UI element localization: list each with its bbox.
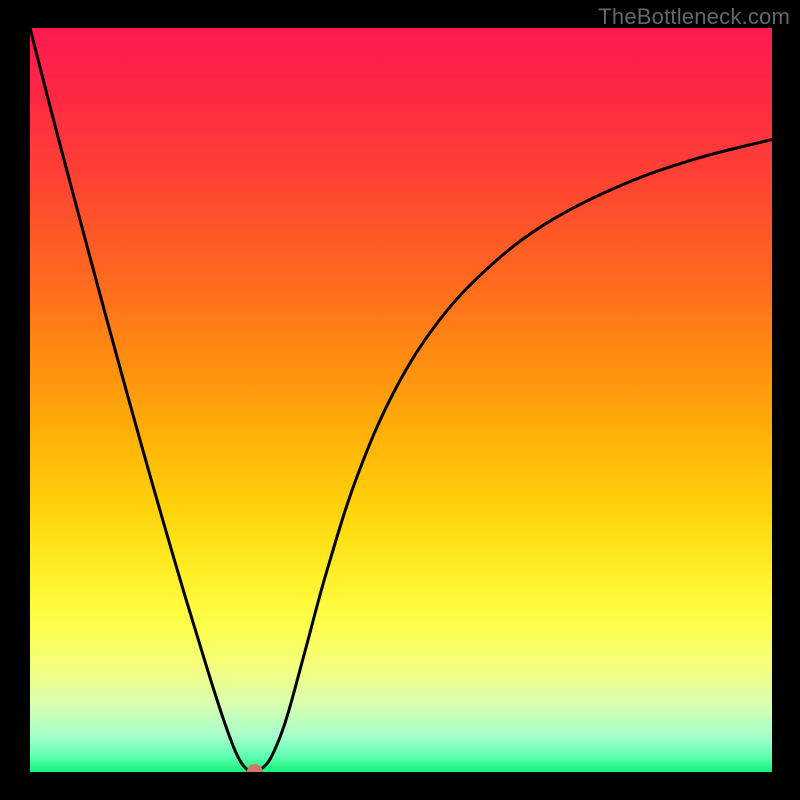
- minimum-marker: [247, 764, 263, 772]
- watermark-text: TheBottleneck.com: [598, 4, 790, 30]
- bottleneck-curve: [30, 28, 772, 772]
- curve-svg: [30, 28, 772, 772]
- chart-frame: TheBottleneck.com: [0, 0, 800, 800]
- plot-area: [30, 28, 772, 772]
